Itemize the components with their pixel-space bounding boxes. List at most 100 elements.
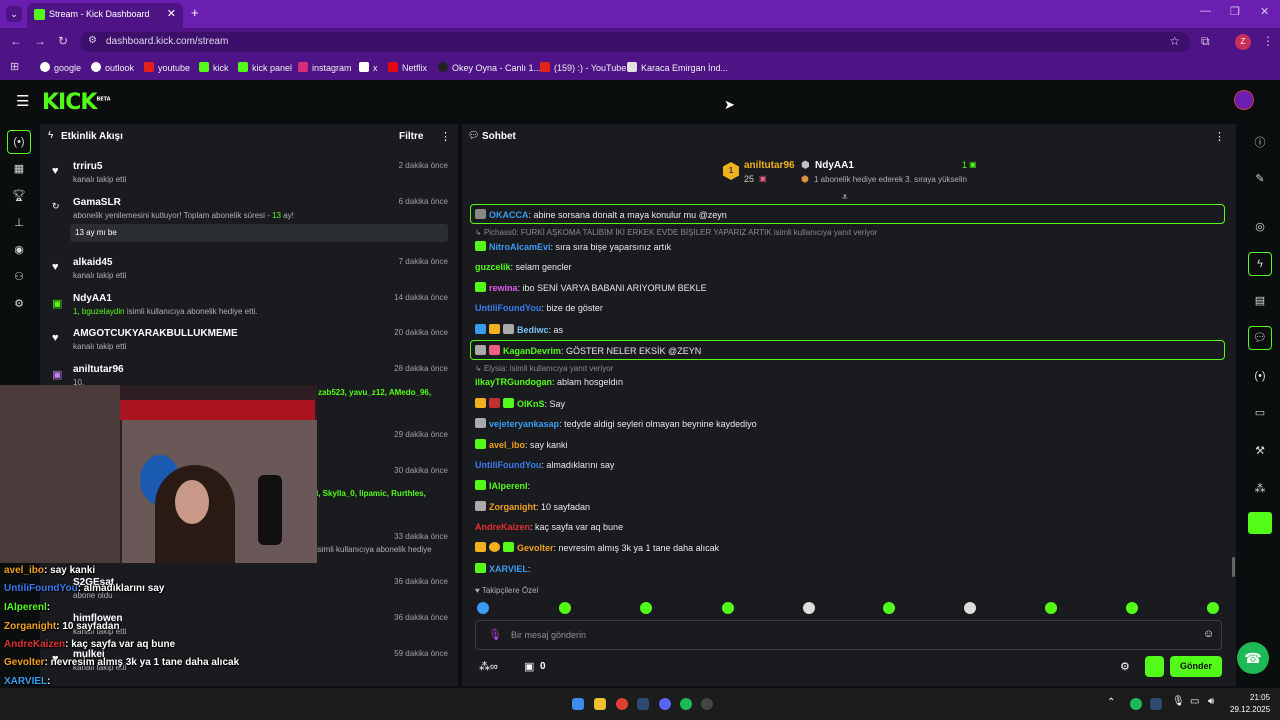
chat-message[interactable]: avel_ibo: say kanki — [475, 439, 568, 450]
chat-more-icon[interactable]: ⋮ — [1214, 130, 1225, 143]
volume-icon[interactable]: 🔊︎ — [1208, 696, 1214, 707]
clock-date[interactable]: 29.12.2025 — [1230, 705, 1270, 714]
broadcast-icon[interactable]: (•) — [1248, 370, 1272, 382]
send-button[interactable]: Gönder — [1170, 656, 1222, 677]
close-window-icon[interactable]: ✕ — [1260, 5, 1269, 18]
chat-message[interactable]: NitroAlcamEvi: sıra sıra bişe yaparsınız… — [475, 241, 671, 252]
browser-tab[interactable]: Stream - Kick Dashboard ✕ — [27, 3, 183, 28]
gift-box-icon[interactable]: ▣ — [524, 660, 534, 673]
close-tab-icon[interactable]: ✕ — [167, 7, 176, 20]
bookmark-x[interactable]: x — [359, 62, 378, 73]
emote-icon[interactable] — [477, 602, 489, 614]
bookmark-outlook[interactable]: outlook — [91, 62, 134, 73]
chat-message[interactable]: rewina: ibo SENİ VARYA BABANI ARIYORUM B… — [475, 282, 707, 293]
chat-message[interactable]: Bediwc: as — [475, 324, 563, 335]
bookmark-youtube[interactable]: youtube — [144, 62, 190, 73]
steam-icon[interactable] — [637, 698, 649, 710]
chat-message[interactable]: KaganDevrim: GÖSTER NELER EKSİK @ZEYN — [475, 345, 701, 356]
start-icon[interactable] — [572, 698, 584, 710]
chat-message[interactable]: UntiliFoundYou: almadıklarını say — [475, 460, 614, 470]
network-icon[interactable]: ▭ — [1190, 696, 1199, 707]
capture-icon[interactable]: ◎ — [1248, 220, 1272, 233]
tray-microphone-icon[interactable]: 🎙︎ — [1172, 696, 1185, 707]
camera-icon[interactable]: ◉ — [7, 243, 31, 256]
community-icon[interactable]: ⊥ — [7, 216, 31, 229]
tools-icon[interactable]: ⚒ — [1248, 444, 1272, 457]
emoji-icon[interactable]: ☺ — [1203, 628, 1214, 640]
chat-message[interactable]: IAlperenl: — [475, 480, 530, 491]
chat-message[interactable]: OKACCA: abine sorsana donalt a maya konu… — [475, 209, 727, 220]
chat-message[interactable]: Zorganight: 10 sayfadan — [475, 501, 590, 512]
hamburger-menu-icon[interactable]: ☰ — [16, 92, 29, 110]
tray-chevron-icon[interactable]: ⌃ — [1107, 697, 1115, 708]
chat-settings-icon[interactable]: ⚙ — [1120, 660, 1130, 673]
clock-time[interactable]: 21:05 — [1250, 693, 1270, 702]
bookmark-instagram[interactable]: instagram — [298, 62, 352, 73]
trophy-icon[interactable]: 🏆︎ — [7, 189, 31, 202]
site-info-icon[interactable]: ⚙ — [88, 35, 97, 46]
collapse-chevron-icon[interactable]: ⩡ — [842, 192, 848, 203]
leader-second-name[interactable]: NdyAA1 — [815, 160, 854, 171]
bookmark-kick[interactable]: kick — [199, 62, 229, 73]
tab-search-button[interactable]: ⌄ — [6, 6, 22, 22]
minimize-icon[interactable]: — — [1200, 5, 1211, 17]
help-button[interactable]: ☎ — [1237, 642, 1269, 674]
chat-message[interactable]: AndreKaizen: kaç sayfa var aq bune — [475, 522, 623, 532]
activity-toggle-icon[interactable]: ϟ — [1248, 252, 1272, 276]
tray-steam-icon[interactable] — [1150, 698, 1162, 710]
user-avatar[interactable] — [1234, 90, 1254, 110]
chat-message[interactable]: UntiliFoundYou: bize de göster — [475, 303, 603, 313]
leader-first-name[interactable]: aniltutar96 — [744, 160, 795, 171]
activity-more-icon[interactable]: ⋮ — [440, 130, 451, 143]
emote-icon[interactable] — [1207, 602, 1219, 614]
emote-icon[interactable] — [640, 602, 652, 614]
file-explorer-icon[interactable] — [594, 698, 606, 710]
bookmark-kick-panel[interactable]: kick panel — [238, 62, 292, 73]
queue-icon[interactable]: ▭ — [1248, 406, 1272, 419]
microphone-icon[interactable]: 🎙︎ — [488, 628, 502, 641]
bookmark-google[interactable]: google — [40, 62, 81, 73]
emote-icon[interactable] — [1126, 602, 1138, 614]
users-icon[interactable]: ⚇ — [7, 270, 31, 283]
emote-icon[interactable] — [964, 602, 976, 614]
community-icon[interactable]: ⁂ — [1248, 482, 1272, 495]
dashboard-icon[interactable]: ▦ — [7, 162, 31, 175]
notes-icon[interactable]: ▤ — [1248, 294, 1272, 307]
profile-avatar[interactable]: Z — [1235, 34, 1251, 50]
forward-icon[interactable]: → — [34, 34, 46, 48]
settings-icon[interactable]: ⚙ — [7, 297, 31, 310]
spotify-icon[interactable] — [680, 698, 692, 710]
emote-icon[interactable] — [883, 602, 895, 614]
reload-icon[interactable]: ↻ — [58, 34, 68, 48]
discord-icon[interactable] — [659, 698, 671, 710]
chat-scrollbar[interactable] — [1232, 557, 1235, 577]
chat-message[interactable]: XARVIEL: — [475, 563, 530, 574]
chat-toggle-icon[interactable]: 💬︎ — [1248, 326, 1272, 350]
emote-icon[interactable] — [1045, 602, 1057, 614]
bookmark-star-icon[interactable]: ☆ — [1169, 34, 1180, 48]
emote-icon[interactable] — [559, 602, 571, 614]
bookmark-okey[interactable]: Okey Oyna - Canlı 1... — [438, 62, 541, 73]
address-bar[interactable]: ⚙ dashboard.kick.com/stream ☆ — [80, 32, 1190, 52]
chat-message[interactable]: ilkayTRGundogan: ablam hosgeldın — [475, 377, 623, 387]
browser-menu-icon[interactable]: ⋮ — [1262, 34, 1274, 48]
live-stream-icon[interactable]: (•) — [7, 130, 31, 154]
bookmark-netflix[interactable]: Netflix — [388, 62, 427, 73]
points-icon[interactable]: ⁂∞ — [479, 660, 498, 673]
new-tab-icon[interactable]: + — [191, 5, 199, 20]
bookmark-karaca[interactable]: Karaca Emirgan İnd... — [627, 62, 728, 73]
kick-app-icon[interactable] — [1248, 512, 1272, 534]
chat-message-input[interactable]: 🎙︎ Bir mesaj gönderin ☺ — [475, 620, 1222, 650]
filter-button[interactable]: Filtre — [399, 131, 423, 142]
obs-icon[interactable] — [701, 698, 713, 710]
emote-icon[interactable] — [803, 602, 815, 614]
extensions-icon[interactable]: ⧉ — [1201, 34, 1210, 49]
emote-icon[interactable] — [722, 602, 734, 614]
chat-message[interactable]: OlKnS: Say — [475, 398, 565, 409]
chat-message[interactable]: guzcelik: selam gencler — [475, 262, 572, 272]
chat-message[interactable]: vejeteryankasap: tedyde aldigi seyleri o… — [475, 418, 757, 429]
kick-logo[interactable]: KICKBETA — [42, 90, 111, 115]
tray-app-icon[interactable] — [1130, 698, 1142, 710]
back-icon[interactable]: ← — [10, 34, 22, 48]
apps-grid-icon[interactable]: ⊞ — [10, 60, 19, 73]
